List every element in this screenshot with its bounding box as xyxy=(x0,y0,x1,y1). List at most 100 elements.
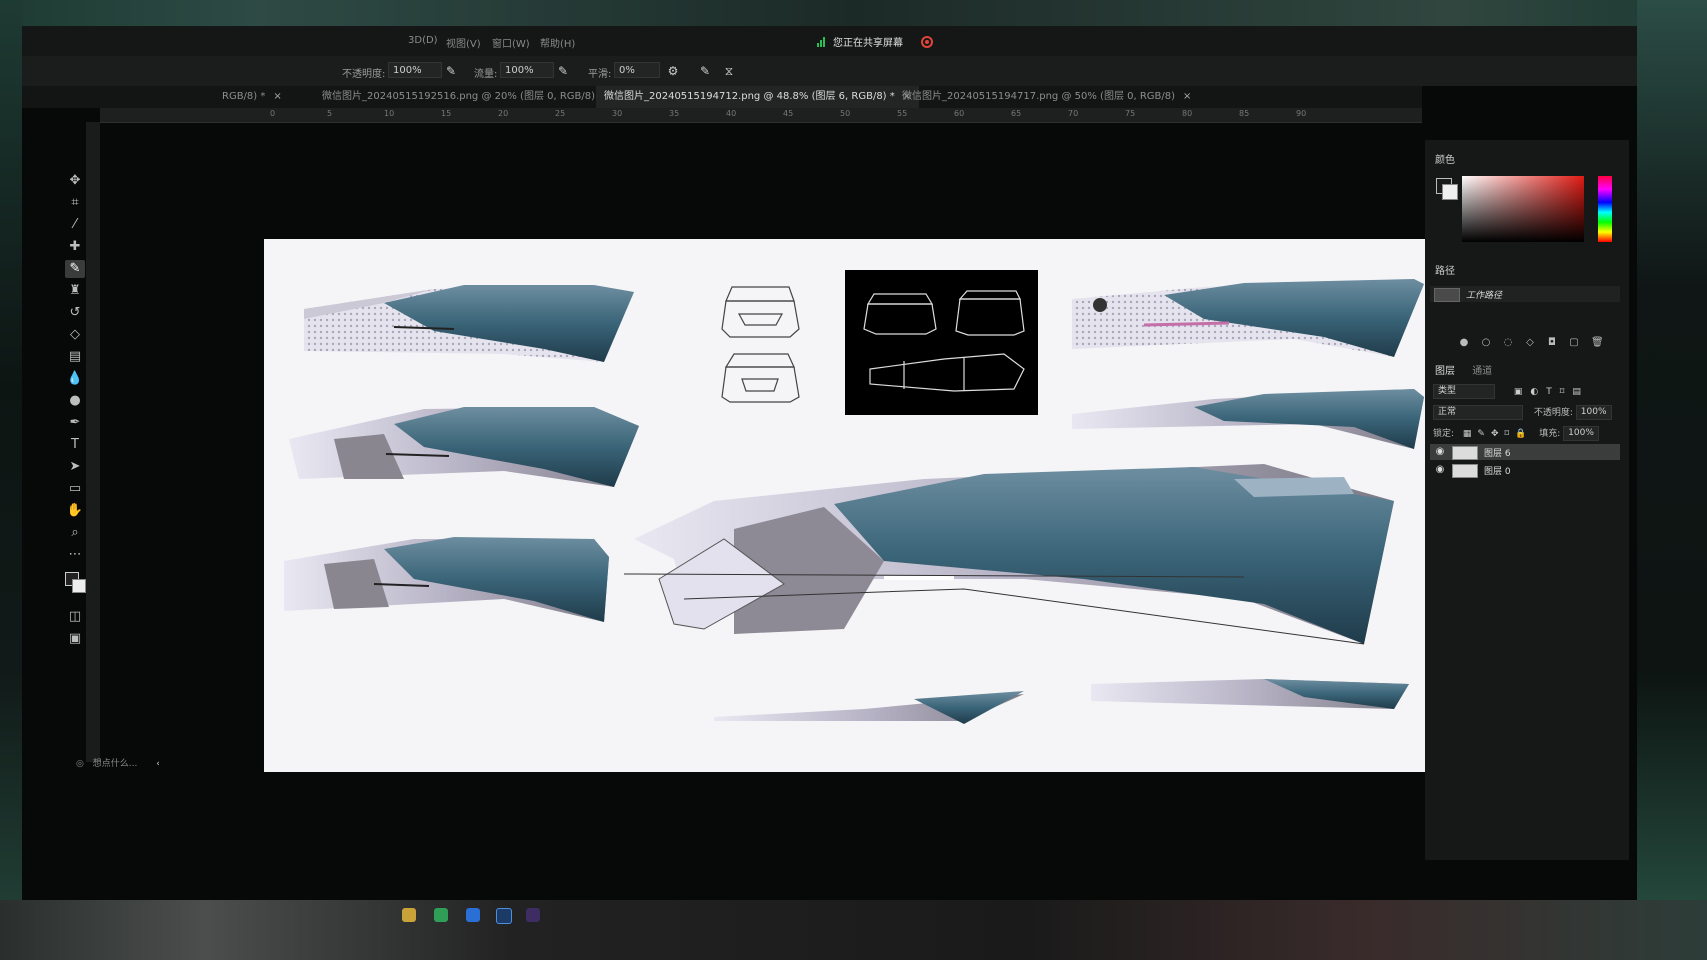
color-swatches-icon[interactable] xyxy=(62,568,88,596)
fill-path-icon[interactable]: ● xyxy=(1459,338,1469,348)
layer-filter-icons[interactable]: ▣◐T⌑▤ xyxy=(1514,387,1589,397)
type-tool-icon[interactable]: T xyxy=(65,436,85,454)
close-icon[interactable]: × xyxy=(273,91,281,102)
ruler-tick-label: 80 xyxy=(1182,109,1193,118)
menu-view[interactable]: 视图(V) xyxy=(446,35,481,50)
work-path-label: 工作路径 xyxy=(1466,291,1503,301)
app-icon[interactable] xyxy=(434,908,448,922)
symmetry-icon[interactable]: ⧖ xyxy=(722,64,736,78)
quick-mask-icon[interactable]: ◫ xyxy=(65,608,85,626)
menu-3d[interactable]: 3D(D) xyxy=(408,35,438,46)
search-text: 想点什么... xyxy=(92,759,138,769)
trash-icon[interactable]: 🗑 xyxy=(1591,338,1604,348)
stroke-path-icon[interactable]: ○ xyxy=(1481,338,1491,348)
fill-field[interactable]: 100% xyxy=(1563,426,1599,441)
new-path-icon[interactable]: ▢ xyxy=(1569,338,1579,348)
flow-field[interactable]: 100% xyxy=(500,62,554,78)
ruler-tick-label: 35 xyxy=(669,109,680,118)
hand-tool-icon[interactable]: ✋ xyxy=(65,502,85,520)
stamp-tool-icon[interactable]: ♜ xyxy=(65,282,85,300)
stop-share-icon[interactable] xyxy=(921,36,933,48)
opacity-field[interactable]: 100% xyxy=(388,62,442,78)
layer-row[interactable]: ◉ 图层 0 xyxy=(1430,462,1620,478)
load-selection-icon[interactable]: ◌ xyxy=(1503,338,1513,348)
add-mask-icon[interactable]: ◘ xyxy=(1547,338,1557,348)
screen-mode-icon[interactable]: ▣ xyxy=(65,630,85,648)
signal-icon xyxy=(817,36,827,47)
ruler-tick-label: 90 xyxy=(1296,109,1307,118)
rectangle-tool-icon[interactable]: ▭ xyxy=(65,480,85,498)
tab-label: 微信图片_20240515194712.png @ 48.8% (图层 6, R… xyxy=(604,91,895,102)
healing-tool-icon[interactable]: ✚ xyxy=(65,238,85,256)
background-swatch[interactable] xyxy=(1442,184,1458,200)
app-icon[interactable] xyxy=(466,908,480,922)
canvas-document[interactable] xyxy=(264,239,1425,772)
status-search[interactable]: ◎ 想点什么... ‹ xyxy=(70,756,190,774)
zoom-tool-icon[interactable]: ⌕ xyxy=(65,524,85,542)
app-icon[interactable] xyxy=(526,908,540,922)
menu-help[interactable]: 帮助(H) xyxy=(540,35,575,50)
ruler-tick-label: 55 xyxy=(897,109,908,118)
tab-doc-2[interactable]: 微信图片_20240515194712.png @ 48.8% (图层 6, R… xyxy=(596,86,920,108)
ruler-tick-label: 50 xyxy=(840,109,851,118)
blur-tool-icon[interactable]: 💧 xyxy=(65,370,85,388)
photoshop-icon[interactable] xyxy=(496,908,512,924)
tab-doc-1[interactable]: 微信图片_20240515192516.png @ 20% (图层 0, RGB… xyxy=(322,86,611,108)
history-brush-icon[interactable]: ↺ xyxy=(65,304,85,322)
chevron-left-icon[interactable]: ‹ xyxy=(156,759,160,769)
layer-filter-select[interactable]: 类型 xyxy=(1433,384,1495,399)
work-path-row[interactable]: 工作路径 xyxy=(1430,286,1620,302)
tab-layers[interactable]: 图层 xyxy=(1435,366,1455,377)
hue-slider[interactable] xyxy=(1598,176,1612,242)
ruler-tick-label: 75 xyxy=(1125,109,1136,118)
horizontal-ruler: 0 5 10 15 20 25 30 35 40 45 50 55 60 65 70 75 80 85 90 xyxy=(100,108,1422,123)
eye-icon[interactable]: ◉ xyxy=(1434,446,1446,458)
fill-label: 填充: xyxy=(1539,429,1561,439)
layer-opacity-field[interactable]: 100% xyxy=(1575,405,1612,420)
tab-channels[interactable]: 通道 xyxy=(1472,366,1492,377)
brush-tool-icon[interactable]: ✎ xyxy=(65,260,85,278)
ruler-tick-label: 15 xyxy=(441,109,452,118)
ruler-tick-label: 20 xyxy=(498,109,509,118)
tab-doc-0[interactable]: RGB/8) * × xyxy=(222,86,282,108)
gradient-tool-icon[interactable]: ▤ xyxy=(65,348,85,366)
tab-doc-3[interactable]: 微信图片_20240515194717.png @ 50% (图层 0, RGB… xyxy=(902,86,1191,108)
pressure-opacity-icon[interactable]: ✎ xyxy=(444,64,458,78)
color-picker-field[interactable] xyxy=(1462,176,1584,242)
menu-window[interactable]: 窗口(W) xyxy=(492,35,530,50)
sketch-car-4 xyxy=(1072,279,1424,357)
path-select-icon[interactable]: ➤ xyxy=(65,458,85,476)
share-status-text: 您正在共享屏幕 xyxy=(833,38,903,49)
make-path-icon[interactable]: ◇ xyxy=(1525,338,1535,348)
tools-panel: ✥ ⌗ ⁄ ✚ ✎ ♜ ↺ ◇ ▤ 💧 ● ✒ T ➤ ▭ ✋ ⌕ ⋯ ◫ ▣ xyxy=(62,172,88,652)
blend-mode-select[interactable]: 正常 xyxy=(1433,405,1523,420)
tab-label: 微信图片_20240515194717.png @ 50% (图层 0, RGB… xyxy=(902,91,1176,102)
eye-icon[interactable]: ◉ xyxy=(1434,464,1446,476)
more-tools-icon[interactable]: ⋯ xyxy=(65,546,85,564)
crop-tool-icon[interactable]: ⌗ xyxy=(65,194,85,212)
vertical-ruler xyxy=(86,122,100,762)
gear-icon[interactable]: ⚙ xyxy=(666,64,680,78)
layer-row[interactable]: ◉ 图层 6 xyxy=(1430,444,1620,460)
eyedropper-tool-icon[interactable]: ⁄ xyxy=(65,216,85,234)
smoothing-field[interactable]: 0% xyxy=(614,62,660,78)
layer-name: 图层 6 xyxy=(1484,449,1511,459)
pressure-size-icon[interactable]: ✎ xyxy=(698,64,712,78)
layers-tabs: 图层 通道 xyxy=(1435,362,1506,377)
search-icon: ◎ xyxy=(76,759,84,769)
close-icon[interactable]: × xyxy=(1183,91,1191,102)
move-tool-icon[interactable]: ✥ xyxy=(65,172,85,190)
blend-row: 正常 不透明度: 100% xyxy=(1433,405,1612,420)
layer-name: 图层 0 xyxy=(1484,467,1511,477)
lock-icons[interactable]: ▦✎✥⌑🔒 xyxy=(1463,429,1532,439)
folder-icon[interactable] xyxy=(402,908,416,922)
airbrush-icon[interactable]: ✎ xyxy=(556,64,570,78)
dodge-tool-icon[interactable]: ● xyxy=(65,392,85,410)
eraser-tool-icon[interactable]: ◇ xyxy=(65,326,85,344)
color-panel-title: 颜色 xyxy=(1435,155,1455,166)
paths-panel-title: 路径 xyxy=(1435,266,1455,277)
path-thumbnail xyxy=(1434,288,1460,302)
ruler-tick-label: 85 xyxy=(1239,109,1250,118)
tab-label: RGB/8) * xyxy=(222,91,266,102)
pen-tool-icon[interactable]: ✒ xyxy=(65,414,85,432)
